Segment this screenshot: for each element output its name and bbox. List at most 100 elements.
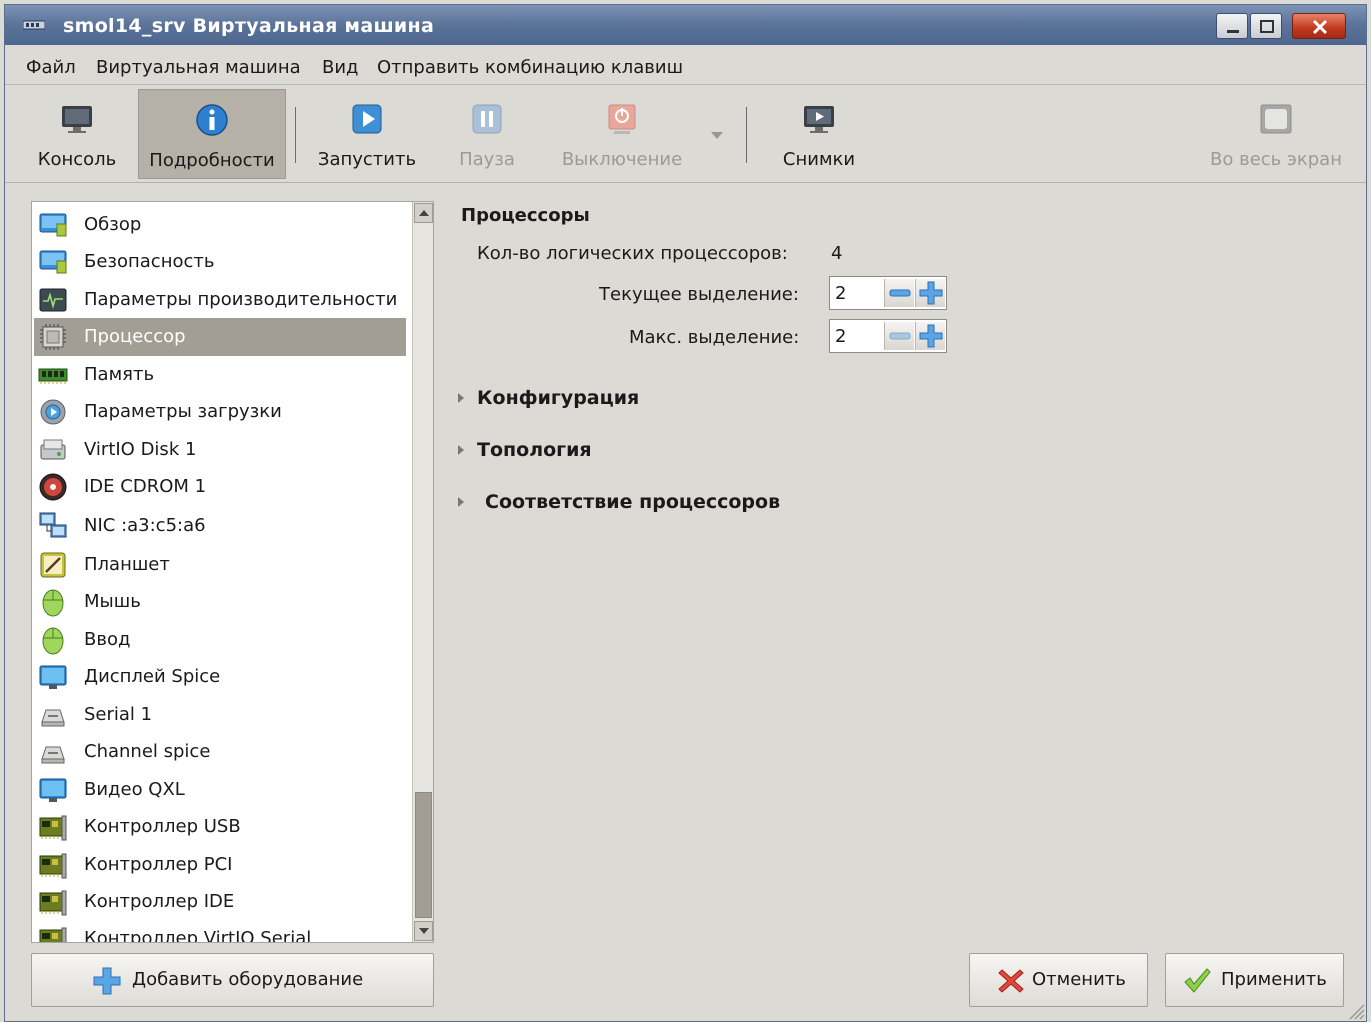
toolbar-separator-2 [746, 107, 747, 163]
fullscreen-label: Во весь экран [1210, 149, 1342, 170]
fullscreen-button[interactable]: Во весь экран [1201, 89, 1351, 179]
device-list-item[interactable]: Контроллер IDE [34, 883, 406, 921]
menu-file[interactable]: Файл [26, 57, 76, 78]
device-list-item[interactable]: Дисплей Spice [34, 658, 406, 696]
cancel-label: Отменить [1032, 969, 1126, 990]
expander-arrow-icon [458, 393, 464, 403]
add-hardware-button[interactable]: Добавить оборудование [31, 953, 434, 1007]
console-button[interactable]: Консоль [25, 89, 129, 179]
close-button[interactable] [1292, 13, 1346, 39]
performance-icon [39, 288, 67, 312]
arrow-down-icon [419, 928, 429, 934]
shutdown-dropdown-icon[interactable] [709, 129, 725, 141]
device-list-item[interactable]: VirtIO Disk 1 [34, 431, 406, 469]
device-list-item-label: Планшет [84, 554, 170, 575]
max-increment-button[interactable] [915, 322, 945, 350]
snapshots-icon [804, 106, 834, 133]
snapshots-label: Снимки [782, 149, 856, 170]
apply-button[interactable]: Применить [1165, 953, 1344, 1007]
device-list-item-label: Безопасность [84, 251, 215, 272]
expander-arrow-icon [458, 445, 464, 455]
device-list-item-label: Дисплей Spice [84, 666, 221, 687]
details-button[interactable]: Подробности [138, 89, 286, 179]
monitor-icon [39, 213, 67, 237]
minus-icon [889, 332, 911, 340]
device-list-scrollbar[interactable] [412, 202, 433, 942]
configuration-label: Конфигурация [477, 387, 640, 409]
expander-arrow-icon [458, 497, 464, 507]
device-list-item-label: Память [84, 364, 155, 385]
minimize-button[interactable] [1216, 13, 1248, 39]
current-allocation-value: 2 [835, 283, 847, 304]
device-list-item[interactable]: Контроллер VirtIO Serial [34, 920, 406, 942]
device-list-item[interactable]: Serial 1 [34, 696, 406, 734]
plus-icon [919, 281, 943, 305]
device-list-item-label: Параметры загрузки [84, 401, 282, 422]
current-allocation-spinner[interactable]: 2 [829, 276, 947, 310]
menu-vm[interactable]: Виртуальная машина [96, 57, 301, 78]
run-label: Запустить [317, 149, 417, 170]
maximize-button[interactable] [1250, 13, 1282, 39]
menu-view[interactable]: Вид [322, 57, 359, 78]
device-list-item[interactable]: Безопасность [34, 243, 406, 281]
info-icon [196, 104, 228, 136]
pause-button[interactable]: Пауза [449, 89, 525, 179]
pause-icon [472, 104, 502, 134]
current-increment-button[interactable] [915, 279, 945, 307]
mouse-icon [42, 589, 64, 617]
run-button[interactable]: Запустить [309, 89, 425, 179]
device-list-item[interactable]: Channel spice [34, 733, 406, 771]
device-list-item[interactable]: Ввод [34, 621, 406, 659]
scroll-thumb[interactable] [415, 792, 432, 918]
device-list-item[interactable]: Контроллер PCI [34, 846, 406, 884]
device-list[interactable]: Обзор Безопасность Параметры производитель… [31, 201, 434, 943]
shutdown-label: Выключение [561, 149, 683, 170]
snapshots-button[interactable]: Снимки [771, 89, 867, 179]
add-hardware-label: Добавить оборудование [132, 969, 364, 990]
menu-bar: Файл Виртуальная машина Вид Отправить ко… [5, 45, 1366, 85]
scroll-up-button[interactable] [414, 203, 433, 223]
maximize-icon [1260, 20, 1274, 33]
device-list-item-label: Мышь [84, 591, 141, 612]
toolbar: Консоль Подробности Запустить Пауза Выкл… [5, 85, 1366, 183]
device-list-item[interactable]: Процессор [34, 318, 406, 356]
device-list-item-label: Channel spice [84, 741, 211, 762]
cancel-x-icon [998, 969, 1024, 993]
device-list-item-label: NIC :a3:c5:a6 [84, 515, 206, 536]
device-list-item[interactable]: Обзор [34, 206, 406, 244]
max-decrement-button[interactable] [884, 322, 914, 350]
current-decrement-button[interactable] [884, 279, 914, 307]
display-icon [39, 778, 67, 802]
monitor-icon [62, 106, 92, 133]
device-list-item-label: Контроллер IDE [84, 891, 235, 912]
resize-grip-icon[interactable] [1344, 999, 1366, 1021]
shutdown-button[interactable]: Выключение [553, 89, 691, 179]
device-list-item[interactable]: Мышь [34, 583, 406, 621]
device-list-item[interactable]: Параметры производительности [34, 281, 406, 319]
cpu-pinning-label: Соответствие процессоров [485, 491, 781, 513]
menu-send-key[interactable]: Отправить комбинацию клавиш [377, 57, 683, 78]
device-list-item[interactable]: Планшет [34, 546, 406, 584]
fullscreen-icon [1260, 104, 1292, 134]
add-icon [93, 967, 121, 995]
virt-manager-icon [23, 20, 45, 30]
device-list-item[interactable]: Видео QXL [34, 771, 406, 809]
minimize-icon [1227, 30, 1239, 33]
device-list-item[interactable]: Параметры загрузки [34, 393, 406, 431]
close-icon [1312, 19, 1328, 35]
serial-icon [41, 709, 65, 727]
title-bar[interactable]: smol14_srv Виртуальная машина [5, 5, 1366, 45]
pause-label: Пауза [459, 149, 515, 170]
max-allocation-spinner[interactable]: 2 [829, 319, 947, 353]
device-list-item[interactable]: Память [34, 356, 406, 394]
device-list-item[interactable]: IDE CDROM 1 [34, 468, 406, 506]
cancel-button[interactable]: Отменить [969, 953, 1148, 1007]
scroll-down-button[interactable] [414, 921, 433, 941]
mouse-icon [42, 627, 64, 655]
device-list-item[interactable]: NIC :a3:c5:a6 [34, 507, 406, 545]
max-allocation-value: 2 [835, 326, 847, 347]
device-list-item[interactable]: Контроллер USB [34, 808, 406, 846]
controller-card-icon [39, 890, 67, 916]
boot-gear-icon [40, 399, 66, 425]
arrow-up-icon [419, 210, 429, 216]
